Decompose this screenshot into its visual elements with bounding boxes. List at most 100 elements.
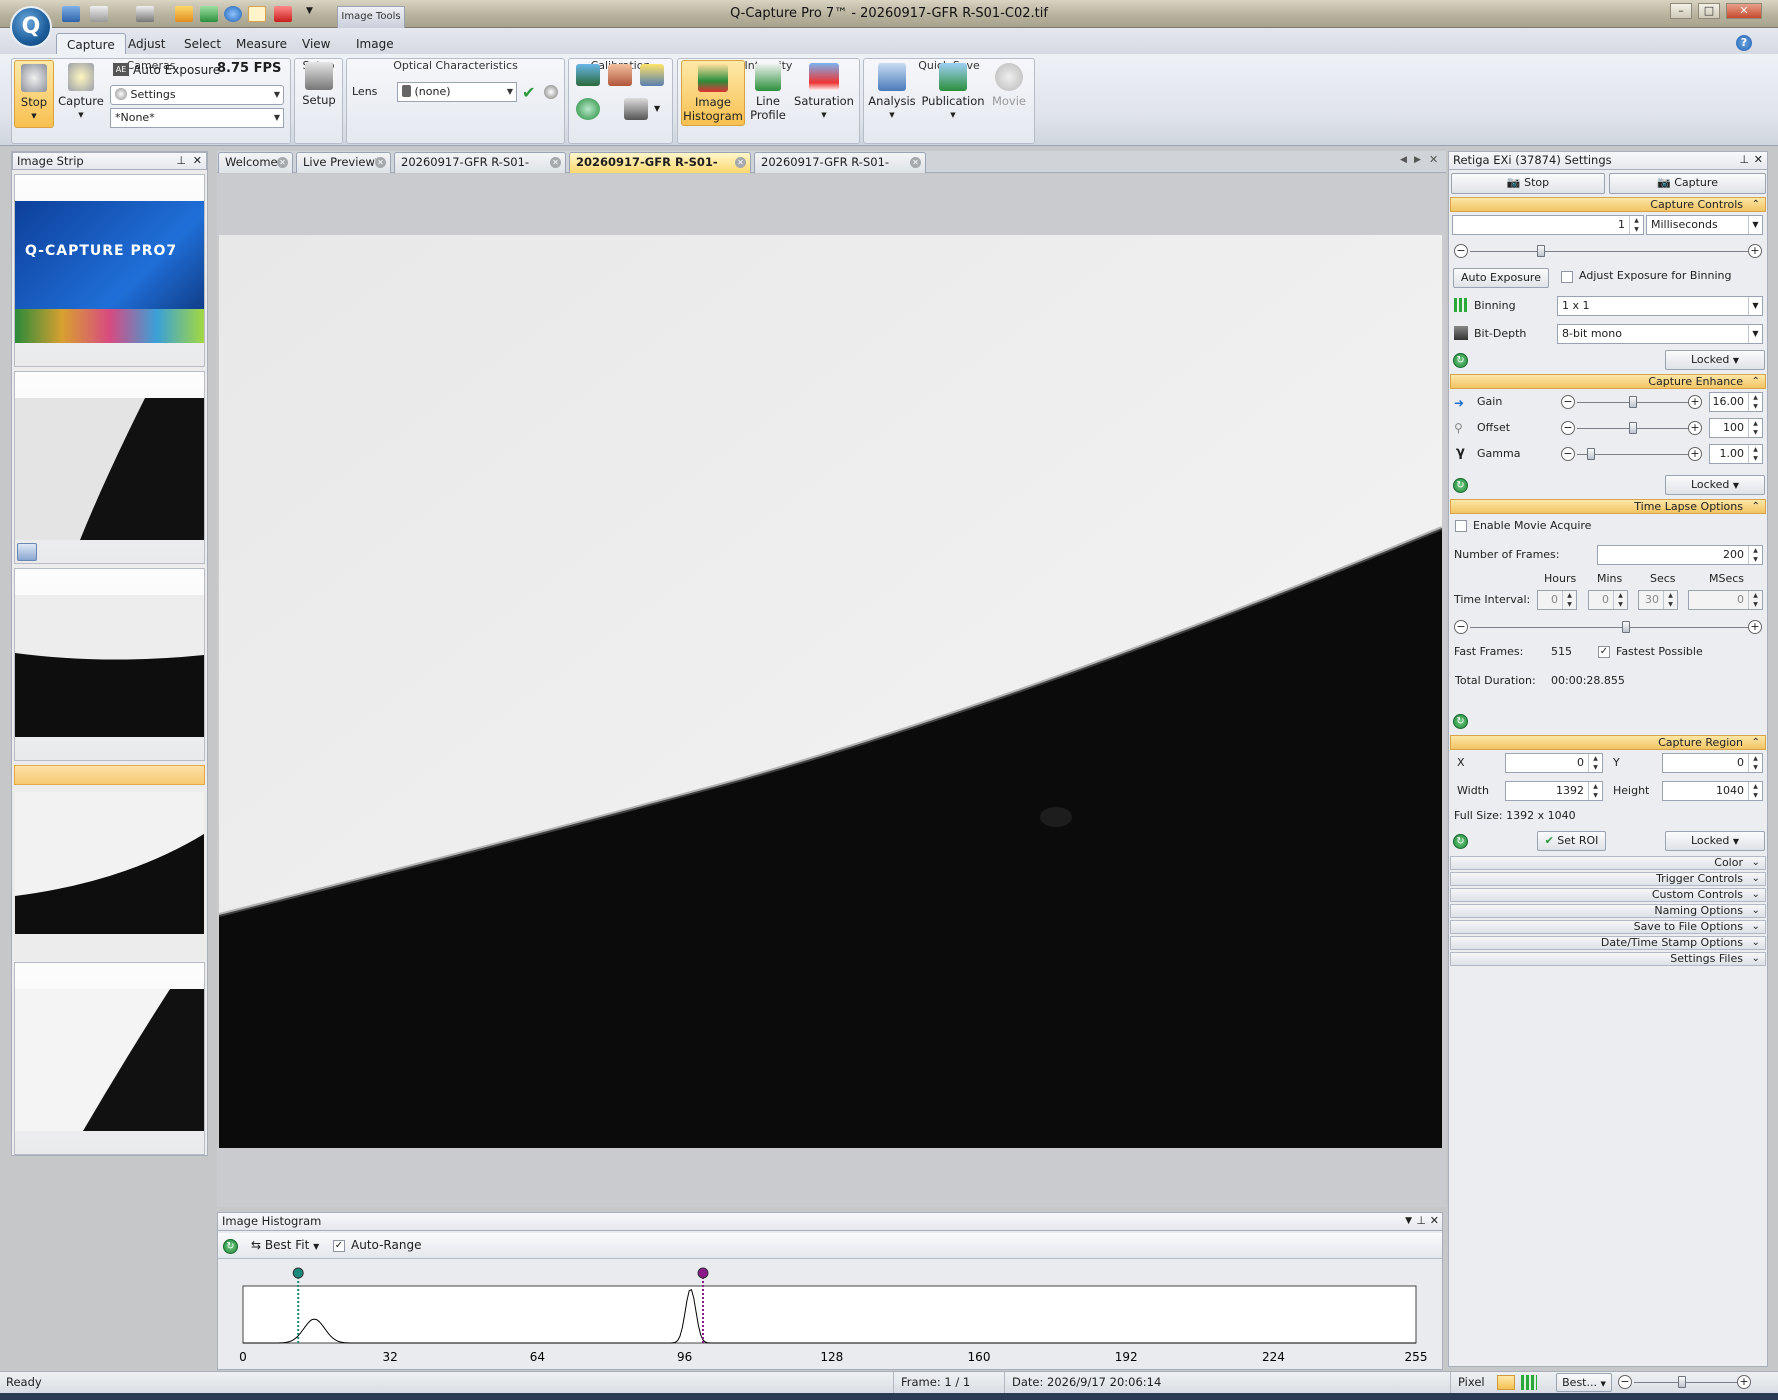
binning-select[interactable]: 1 x 1 ▼ <box>1557 296 1763 316</box>
close-panel-icon[interactable]: ✕ <box>1754 152 1763 168</box>
doc-tab-live-preview[interactable]: Live Preview* ✕ <box>296 152 391 173</box>
gain-increase-icon[interactable]: + <box>1688 395 1702 409</box>
gamma-input[interactable]: 1.00 ▲ ▼ <box>1709 444 1763 464</box>
exposure-value-input[interactable]: 1 ▲ ▼ <box>1452 215 1644 235</box>
exposure-decrease-icon[interactable]: − <box>1454 244 1468 258</box>
save-to-file-options-header[interactable]: Save to File Options ⌄ <box>1450 920 1766 934</box>
roi-y-input[interactable]: 0 ▲ ▼ <box>1662 753 1763 773</box>
strip-thumbnail-c01[interactable] <box>14 568 205 761</box>
flat-field-icon[interactable] <box>608 64 632 86</box>
capture-region-lock-dropdown[interactable]: Locked ▼ <box>1665 831 1765 851</box>
pin-icon[interactable]: ⊥ <box>1416 1213 1426 1229</box>
redo-icon[interactable] <box>136 6 154 22</box>
pin-icon[interactable]: ⊥ <box>176 153 186 169</box>
doc-tab-c01[interactable]: 20260917-GFR R-S01-C01.tif✕ <box>394 152 566 188</box>
spin-arrows-icon[interactable]: ▲ ▼ <box>1588 754 1602 772</box>
interval-mins-input[interactable]: 0 ▲ ▼ <box>1588 590 1628 610</box>
minimize-button[interactable]: – <box>1670 3 1692 19</box>
strip-thumbnail-live-preview[interactable] <box>14 371 205 564</box>
tools-icon[interactable] <box>200 6 218 22</box>
capture-button[interactable]: Capture ▼ <box>58 60 104 128</box>
interval-slider-thumb[interactable] <box>1622 621 1630 633</box>
doc-tab-c02[interactable]: 20260917-GFR R-S01-C02.tif✕ <box>569 152 751 188</box>
exposure-unit-select[interactable]: Milliseconds ▼ <box>1646 215 1763 235</box>
movie-button[interactable]: Movie <box>988 60 1030 126</box>
set-roi-button[interactable]: ✔ Set ROI <box>1537 831 1606 851</box>
maximize-button[interactable]: □ <box>1698 3 1720 19</box>
help-icon[interactable]: ? <box>1736 35 1752 51</box>
spin-arrows-icon[interactable]: ▲ ▼ <box>1748 393 1762 411</box>
exposure-slider-thumb[interactable] <box>1537 245 1545 257</box>
capture-enhance-reset-icon[interactable]: ↻ <box>1453 478 1468 493</box>
tab-select[interactable]: Select <box>174 33 231 55</box>
spin-arrows-icon[interactable]: ▲ ▼ <box>1588 782 1602 800</box>
strip-thumbnail-welcome[interactable]: Q-CAPTURE PRO7 <box>14 174 205 367</box>
image-canvas[interactable] <box>219 235 1442 1148</box>
auto-range-checkbox[interactable]: ✓ <box>333 1240 345 1252</box>
capture-region-reset-icon[interactable]: ↻ <box>1453 834 1468 849</box>
spin-arrows-icon[interactable]: ▲ ▼ <box>1629 216 1643 234</box>
tab-measure[interactable]: Measure <box>226 33 297 55</box>
scroll-tabs-left-icon[interactable]: ◀ <box>1400 155 1407 165</box>
interval-slider-track[interactable] <box>1470 627 1754 628</box>
date-time-stamp-options-header[interactable]: Date/Time Stamp Options ⌄ <box>1450 936 1766 950</box>
tab-adjust[interactable]: Adjust <box>118 33 176 55</box>
setup-button[interactable]: Setup <box>298 62 340 114</box>
pin-icon[interactable]: ⊥ <box>1739 152 1749 168</box>
gain-input[interactable]: 16.00 ▲ ▼ <box>1709 392 1763 412</box>
bit-depth-select[interactable]: 8-bit mono ▼ <box>1557 324 1763 344</box>
apply-lens-icon[interactable]: ✔ <box>522 83 535 102</box>
time-lapse-header[interactable]: Time Lapse Options ⌃ <box>1450 499 1766 514</box>
histogram-chart[interactable]: 0 32 64 96 128 160 192 224 255 12 100 <box>219 1262 1442 1368</box>
spin-arrows-icon[interactable]: ▲ ▼ <box>1562 591 1576 609</box>
capture-enhance-lock-dropdown[interactable]: Locked ▼ <box>1665 475 1765 495</box>
close-tab-icon[interactable]: ✕ <box>375 157 386 168</box>
histogram-menu-icon[interactable]: ▼ <box>1405 1213 1412 1229</box>
tab-view[interactable]: View <box>292 33 340 55</box>
settings-stop-button[interactable]: 📷 Stop <box>1451 173 1605 194</box>
roi-height-input[interactable]: 1040 ▲ ▼ <box>1662 781 1763 801</box>
gamma-slider-thumb[interactable] <box>1587 448 1595 460</box>
capture-controls-reset-icon[interactable]: ↻ <box>1453 353 1468 368</box>
capture-controls-header[interactable]: Capture Controls ⌃ <box>1450 197 1766 212</box>
ruler-icon[interactable] <box>640 64 664 86</box>
auto-exposure-button[interactable]: Auto Exposure <box>133 63 220 77</box>
spin-arrows-icon[interactable]: ▲ ▼ <box>1748 445 1762 463</box>
tab-capture[interactable]: Capture <box>56 33 126 55</box>
interval-increase-icon[interactable]: + <box>1748 620 1762 634</box>
offset-decrease-icon[interactable]: − <box>1561 421 1575 435</box>
gamma-decrease-icon[interactable]: − <box>1561 447 1575 461</box>
interval-secs-input[interactable]: 30 ▲ ▼ <box>1638 590 1678 610</box>
camera-calibration-icon[interactable] <box>624 98 648 120</box>
zoom-slider-track[interactable] <box>1634 1382 1738 1383</box>
roi-x-input[interactable]: 0 ▲ ▼ <box>1505 753 1603 773</box>
close-tab-icon[interactable]: ✕ <box>277 157 288 168</box>
close-window-button[interactable]: ✕ <box>1726 3 1762 19</box>
strip-thumbnail-c02[interactable] <box>14 765 205 934</box>
tab-image[interactable]: Image <box>346 33 404 55</box>
saturation-button[interactable]: Saturation ▼ <box>792 60 856 126</box>
undo-icon[interactable] <box>90 6 108 22</box>
doc-tab-welcome[interactable]: Welcome ✕ <box>218 152 293 173</box>
offset-input[interactable]: 100 ▲ ▼ <box>1709 418 1763 438</box>
offset-increase-icon[interactable]: + <box>1688 421 1702 435</box>
close-tab-icon[interactable]: ✕ <box>550 157 561 168</box>
spin-arrows-icon[interactable]: ▲ ▼ <box>1748 546 1762 564</box>
enable-movie-checkbox[interactable] <box>1455 520 1467 532</box>
calibration-menu-icon[interactable]: ▼ <box>654 104 660 113</box>
gain-decrease-icon[interactable]: − <box>1561 395 1575 409</box>
spin-arrows-icon[interactable]: ▲ ▼ <box>1748 782 1762 800</box>
save-icon[interactable] <box>62 6 80 22</box>
scroll-tabs-right-icon[interactable]: ▶ <box>1414 155 1421 165</box>
close-tab-icon[interactable]: ✕ <box>910 157 921 168</box>
analysis-button[interactable]: Analysis ▼ <box>867 60 917 126</box>
zoom-out-icon[interactable]: − <box>1618 1375 1632 1389</box>
close-image-icon[interactable] <box>274 6 292 22</box>
close-tab-icon[interactable]: ✕ <box>735 157 746 168</box>
zoom-in-icon[interactable]: + <box>1737 1375 1751 1389</box>
fit-dropdown[interactable]: ⇆ Best Fit ▼ <box>251 1238 319 1252</box>
info-icon[interactable] <box>224 6 242 22</box>
trigger-controls-header[interactable]: Trigger Controls ⌄ <box>1450 872 1766 886</box>
close-document-icon[interactable]: ✕ <box>1429 153 1438 166</box>
spin-arrows-icon[interactable]: ▲ ▼ <box>1613 591 1627 609</box>
